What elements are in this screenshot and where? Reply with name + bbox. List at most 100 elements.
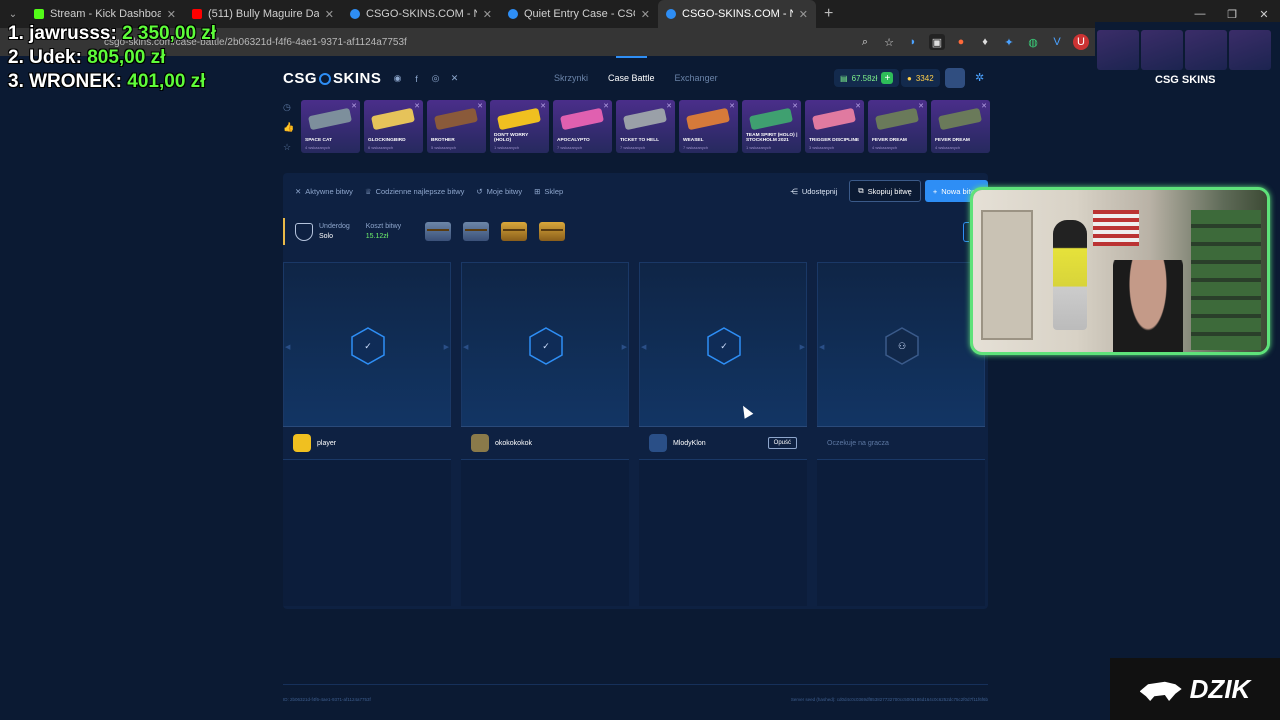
case-chest-icon[interactable] (539, 222, 566, 241)
case-chest-icon[interactable] (463, 222, 490, 241)
close-icon[interactable]: ✕ (351, 102, 357, 110)
browser-tab[interactable]: Quiet Entry Case - CSGO-SKINS ✕ (500, 0, 658, 28)
close-icon[interactable]: ✕ (641, 8, 650, 21)
case-card[interactable]: ✕ GLOCKINGBIRD 6 wskazanych (364, 100, 423, 153)
battle-cost: Koszt bitwy 15.12zł (366, 222, 401, 242)
coins-badge[interactable]: ● 3342 (901, 69, 940, 87)
wallet-icon: ▤ (840, 73, 848, 83)
nav-item-cases[interactable]: Skrzynki (554, 73, 588, 83)
balance-value: 67.58zł (851, 73, 878, 83)
extension-icon[interactable]: ◗ (905, 34, 921, 50)
case-card[interactable]: ✕ TRIGGER DISCIPLINE 3 wskazanych (805, 100, 864, 153)
case-sub: 4 wskazanych (305, 145, 331, 150)
nav-item-exchanger[interactable]: Exchanger (675, 73, 718, 83)
balance-badge[interactable]: ▤ 67.58zł + (834, 69, 900, 87)
bookmark-star-icon[interactable]: ☆ (881, 34, 897, 50)
x-icon[interactable]: ✕ (449, 73, 460, 84)
copy-label: Skopiuj bitwę (867, 186, 912, 196)
close-icon[interactable]: ✕ (792, 102, 798, 110)
close-icon[interactable]: ✕ (729, 102, 735, 110)
instagram-icon[interactable]: ◎ (430, 73, 441, 84)
cost-value: 15.12zł (365, 232, 389, 240)
nav-item-case-battle[interactable]: Case Battle (608, 56, 655, 83)
arrow-left-icon: ◀ (463, 344, 469, 351)
case-card[interactable]: ✕ BROTHER 5 wskazanych (427, 100, 486, 153)
player-name: player (317, 439, 337, 447)
close-icon[interactable]: ✕ (540, 102, 546, 110)
close-icon[interactable]: ✕ (799, 8, 808, 21)
close-icon[interactable]: ✕ (666, 102, 672, 110)
extension-icon[interactable]: ♦ (977, 34, 993, 50)
arrow-left-icon: ◀ (641, 344, 647, 351)
gear-icon[interactable]: ✲ (975, 71, 984, 84)
leave-button[interactable]: Opuść (767, 437, 797, 449)
extension-icon[interactable]: ◍ (1025, 34, 1041, 50)
facebook-icon[interactable]: f (411, 73, 422, 84)
clock-icon[interactable]: ◷ (283, 102, 294, 116)
logo-text: SKINS (333, 70, 382, 87)
case-name: APOCALYPTO (557, 138, 590, 143)
extension-icon[interactable]: U (1073, 34, 1089, 50)
case-chest-icon[interactable] (425, 222, 452, 241)
close-icon[interactable]: ✕ (477, 102, 483, 110)
case-card[interactable]: ✕ WEASEL 7 wskazanych (679, 100, 738, 153)
site-logo[interactable]: CSG SKINS (283, 70, 381, 87)
daily-best-link[interactable]: ♕ Codzienne najlepsze bitwy (365, 187, 465, 196)
close-icon[interactable]: ✕ (981, 102, 987, 110)
extension-icon[interactable]: ● (953, 34, 969, 50)
active-battles-link[interactable]: ✕ Aktywne bitwy (295, 187, 353, 196)
webcam-shelf (1191, 210, 1261, 350)
leaderboard-amount: 2 350,00 zł (122, 23, 217, 44)
case-name: TEAM SPIRIT (HOLO) | STOCKHOLM 2021 (746, 133, 798, 143)
leaderboard-row: 2. Udek: 805,00 zł (8, 46, 216, 70)
new-tab-icon[interactable]: + (816, 5, 841, 23)
shop-link[interactable]: ⊞ Sklep (534, 187, 563, 196)
close-icon[interactable]: ✕ (167, 8, 176, 21)
share-button[interactable]: ⋲ Udostępnij (782, 187, 845, 196)
server-seed: Server seed (hashed): cd0d4c0c0369df8538… (790, 697, 988, 702)
case-sub: 1 wskazanych (494, 145, 520, 150)
case-card[interactable]: ✕ FEVER DREAM 4 wskazanych (868, 100, 927, 153)
star-icon[interactable]: ☆ (283, 142, 294, 156)
zoom-icon[interactable]: ⌕ (857, 34, 873, 50)
close-icon[interactable]: ✕ (414, 102, 420, 110)
close-icon[interactable]: ✕ (483, 8, 492, 21)
case-sub: 4 wskazanych (872, 145, 898, 150)
browser-tab-active[interactable]: CSGO-SKINS.COM - Najlepsze ✕ (658, 0, 816, 28)
my-battles-link[interactable]: ↺ Moje bitwy (476, 187, 522, 196)
close-icon[interactable]: ✕ (325, 8, 334, 21)
leaderboard-name: 3. WRONEK: (8, 71, 122, 92)
case-name: DON'T WORRY (HOLO) (494, 133, 529, 143)
discord-icon[interactable]: ◉ (392, 73, 403, 84)
extension-icon[interactable]: ✦ (1001, 34, 1017, 50)
case-card[interactable]: ✕ TEAM SPIRIT (HOLO) | STOCKHOLM 2021 1 ws… (742, 100, 801, 153)
close-icon[interactable]: ✕ (603, 102, 609, 110)
history-icon: ↺ (476, 186, 483, 196)
deposit-plus-icon[interactable]: + (881, 72, 894, 84)
close-icon[interactable]: ✕ (918, 102, 924, 110)
close-icon[interactable]: ✕ (855, 102, 861, 110)
case-card[interactable]: ✕ SPACE CAT 4 wskazanych (301, 100, 360, 153)
player-avatar (471, 434, 489, 452)
case-chest-icon[interactable] (501, 222, 528, 241)
share-label: Udostępnij (801, 186, 838, 196)
case-card[interactable]: ✕ TICKET TO HELL 7 wskazanych (616, 100, 675, 153)
extension-icon[interactable]: V (1049, 34, 1065, 50)
player-bar[interactable]: Oczekuje na gracza (817, 426, 985, 460)
extension-icon[interactable]: ▣ (929, 34, 945, 50)
case-card[interactable]: ✕ DON'T WORRY (HOLO) 1 wskazanych (490, 100, 549, 153)
tab-label: Stream - Kick Dashboard (50, 8, 161, 20)
user-avatar[interactable] (945, 68, 965, 88)
copy-battle-button[interactable]: ⧉ Skopiuj bitwę (849, 180, 921, 202)
player-avatar (293, 434, 311, 452)
player-bar: okokokokok (461, 426, 629, 460)
slot-stage: ◀ ▶ ✓ (461, 262, 629, 426)
tb-label: Moje bitwy (486, 186, 523, 196)
case-card[interactable]: ✕ FEVER DREAM 4 wskazanych (931, 100, 990, 153)
slot-items (639, 460, 807, 606)
leaderboard-row: 3. WRONEK: 401,00 zł (8, 70, 216, 94)
case-sub: 1 wskazanych (746, 145, 772, 150)
thumbs-up-icon[interactable]: 👍 (283, 122, 294, 136)
browser-tab[interactable]: CSGO-SKINS.COM - Najlepsze ✕ (342, 0, 500, 28)
case-card[interactable]: ✕ APOCALYPTO 7 wskazanych (553, 100, 612, 153)
